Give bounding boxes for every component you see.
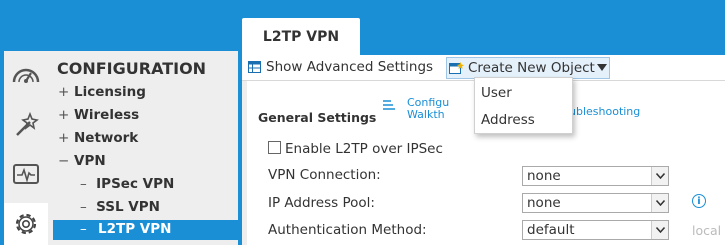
chevron-down-icon	[651, 194, 668, 212]
authentication-method-value: default	[527, 222, 575, 238]
info-icon[interactable]: i	[692, 194, 706, 208]
sidebar-item-label: VPN	[74, 153, 106, 169]
dropdown-arrow-icon	[596, 64, 607, 72]
sidebar-item-label: L2TP VPN	[98, 221, 172, 237]
tab-l2tp-vpn[interactable]: L2TP VPN	[242, 18, 360, 55]
authentication-method-select[interactable]: default	[522, 220, 669, 240]
ip-address-pool-select[interactable]: none	[522, 193, 669, 213]
show-advanced-settings-button[interactable]: Show Advanced Settings	[248, 55, 433, 79]
wizard-icon	[382, 97, 396, 116]
create-new-object-label: Create New Object	[468, 60, 595, 76]
sidebar-item-label: Network	[74, 130, 139, 146]
create-new-object-button[interactable]: Create New Object	[446, 57, 610, 79]
enable-l2tp-checkbox-row[interactable]: Enable L2TP over IPSec	[268, 141, 443, 157]
dashboard-icon[interactable]	[4, 54, 48, 96]
expand-icon: +	[58, 84, 70, 100]
magic-wand-icon[interactable]	[4, 104, 48, 146]
sidebar-item-label: Wireless	[74, 107, 140, 123]
sidebar-item-label: IPSec VPN	[96, 176, 175, 192]
sidebar-item-network[interactable]: + Network	[58, 130, 138, 146]
sidebar-item-licensing[interactable]: + Licensing	[58, 84, 146, 100]
sidebar-title: CONFIGURATION	[57, 59, 207, 78]
ip-address-pool-value: none	[527, 195, 561, 211]
enable-l2tp-checkbox[interactable]	[268, 141, 281, 154]
create-new-object-menu: User Address	[474, 77, 573, 134]
menu-item-user[interactable]: User	[481, 85, 512, 101]
collapse-icon: −	[58, 153, 70, 169]
enable-l2tp-label: Enable L2TP over IPSec	[285, 141, 443, 157]
sidebar-item-ssl-vpn[interactable]: – SSL VPN	[80, 199, 160, 215]
chevron-down-icon	[651, 167, 668, 185]
monitor-icon[interactable]	[4, 154, 48, 196]
new-object-icon	[449, 61, 464, 75]
sidebar-item-l2tp-vpn[interactable]: – L2TP VPN	[53, 220, 238, 240]
vpn-connection-value: none	[527, 168, 561, 184]
show-advanced-settings-label: Show Advanced Settings	[266, 59, 434, 75]
authentication-method-label: Authentication Method:	[268, 222, 427, 238]
sidebar-item-wireless[interactable]: + Wireless	[58, 107, 139, 123]
expand-icon: +	[58, 107, 70, 123]
sidebar-item-ipsec-vpn[interactable]: – IPSec VPN	[80, 176, 174, 192]
general-settings-title: General Settings	[258, 110, 377, 125]
sidebar-item-label: SSL VPN	[96, 199, 160, 215]
expand-icon: +	[58, 130, 70, 146]
vpn-connection-label: VPN Connection:	[268, 167, 381, 183]
top-header-bar	[0, 0, 725, 55]
menu-item-address[interactable]: Address	[481, 112, 535, 128]
ip-address-pool-label: IP Address Pool:	[268, 195, 375, 211]
vpn-connection-select[interactable]: none	[522, 166, 669, 186]
chevron-down-icon	[651, 221, 668, 239]
sidebar-item-label: Licensing	[74, 84, 146, 100]
sidebar-item-vpn[interactable]: − VPN	[58, 153, 106, 169]
content-gutter	[242, 81, 247, 245]
gear-icon[interactable]	[4, 203, 48, 245]
link-line-2: Walkth	[407, 108, 445, 121]
table-icon	[248, 61, 261, 73]
auth-hint-text: local	[692, 223, 722, 238]
troubleshooting-link[interactable]: ubleshooting	[569, 106, 640, 118]
configuration-walkthrough-link[interactable]: Configu Walkth	[407, 97, 449, 121]
